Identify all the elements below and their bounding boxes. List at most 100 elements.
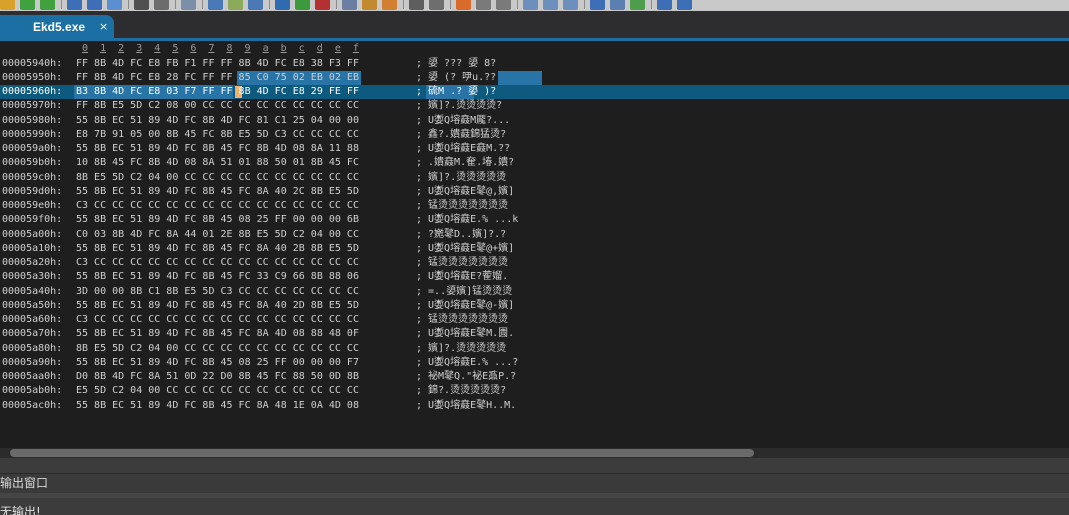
hex-row[interactable]: 00005a00h: C0 03 8B 4D FC 8A 44 01 2E 8B … xyxy=(0,228,1069,242)
users-icon[interactable] xyxy=(342,0,357,10)
print-icon[interactable] xyxy=(134,0,149,10)
window-cascade-icon[interactable] xyxy=(563,0,578,10)
row-bytes[interactable]: 55 8B EC 51 89 4D FC 8B 4D FC 81 C1 25 0… xyxy=(76,114,359,128)
hex-row[interactable]: 00005a20h: C3 CC CC CC CC CC CC CC CC CC … xyxy=(0,256,1069,270)
row-bytes[interactable]: 8B E5 5D C2 04 00 CC CC CC CC CC CC CC C… xyxy=(76,342,359,356)
row-bytes[interactable]: 55 8B EC 51 89 4D FC 8B 45 08 25 FF 00 0… xyxy=(76,356,359,370)
print-preview-icon[interactable] xyxy=(154,0,169,10)
row-bytes[interactable]: C3 CC CC CC CC CC CC CC CC CC CC CC CC C… xyxy=(76,199,359,213)
grid-icon[interactable] xyxy=(409,0,424,10)
circle-s-icon[interactable] xyxy=(315,0,330,10)
row-ascii[interactable]: ; U嬱Q塎鼖M龎?... xyxy=(416,114,510,128)
row-ascii[interactable]: ; 鑫?.嬇鼖錦猛烫? xyxy=(416,128,506,142)
row-ascii[interactable]: ; U嬱Q塎鼖E鼕M.圚. xyxy=(416,327,514,341)
edit-icon[interactable] xyxy=(382,0,397,10)
hex-row[interactable]: 000059b0h: 10 8B 45 FC 8B 4D 08 8A 51 01 … xyxy=(0,156,1069,170)
row-ascii[interactable]: ; U嬱Q塎鼖E鼖M.?? xyxy=(416,142,510,156)
row-ascii[interactable]: ; =..嬃嬪]锰烫烫烫 xyxy=(416,285,512,299)
row-ascii[interactable]: ; 袐M鼕Q."袐E鼒P.? xyxy=(416,370,516,384)
hex-row[interactable]: 00005ab0h: E5 5D C2 04 00 CC CC CC CC CC … xyxy=(0,384,1069,398)
row-bytes[interactable]: 55 8B EC 51 89 4D FC 8B 45 FC 8A 4D 08 8… xyxy=(76,327,359,341)
close-icon[interactable]: × xyxy=(99,20,108,33)
row-bytes[interactable]: FF 8B 4D FC E8 28 FC FF FF 85 C0 75 02 E… xyxy=(76,71,359,85)
save-icon[interactable] xyxy=(67,0,82,10)
row-bytes[interactable]: FF 8B E5 5D C2 08 00 CC CC CC CC CC CC C… xyxy=(76,99,359,113)
row-ascii[interactable]: ; 嬃 (? 吚u.?? xyxy=(416,71,496,85)
text-view-icon[interactable] xyxy=(248,0,263,10)
table-icon[interactable] xyxy=(228,0,243,10)
row-bytes[interactable]: E5 5D C2 04 00 CC CC CC CC CC CC CC CC C… xyxy=(76,384,359,398)
window-icon[interactable] xyxy=(523,0,538,10)
circle-plus-icon[interactable] xyxy=(295,0,310,10)
hex-editor[interactable]: 0123456789abcdef 00005940h: FF 8B 4D FC E… xyxy=(0,41,1069,448)
row-bytes[interactable]: E8 7B 91 05 00 8B 45 FC 8B E5 5D C3 CC C… xyxy=(76,128,359,142)
hex-row[interactable]: 000059c0h: 8B E5 5D C2 04 00 CC CC CC CC … xyxy=(0,171,1069,185)
columns-icon[interactable] xyxy=(476,0,491,10)
hex-row[interactable]: 00005a90h: 55 8B EC 51 89 4D FC 8B 45 08 … xyxy=(0,356,1069,370)
bookmark-icon[interactable] xyxy=(362,0,377,10)
hex-row[interactable]: 00005a50h: 55 8B EC 51 89 4D FC 8B 45 FC … xyxy=(0,299,1069,313)
layout-icon[interactable] xyxy=(429,0,444,10)
row-ascii[interactable]: ; 锰烫烫烫烫烫烫烫 xyxy=(416,256,508,270)
hex-row[interactable]: 00005a30h: 55 8B EC 51 89 4D FC 8B 45 FC … xyxy=(0,270,1069,284)
row-ascii[interactable]: ; 嬪]?.烫烫烫烫烫 xyxy=(416,342,506,356)
back-arrow-icon[interactable] xyxy=(20,0,35,10)
hex-row[interactable]: 00005a70h: 55 8B EC 51 89 4D FC 8B 45 FC … xyxy=(0,327,1069,341)
hex-row[interactable]: 000059a0h: 55 8B EC 51 89 4D FC 8B 45 FC … xyxy=(0,142,1069,156)
hex-row[interactable]: 00005970h: FF 8B E5 5D C2 08 00 CC CC CC … xyxy=(0,99,1069,113)
row-ascii[interactable]: ; U嬱Q塎鼖E鼕H..M. xyxy=(416,399,516,413)
open-icon[interactable] xyxy=(0,0,15,10)
forward-arrow-icon[interactable] xyxy=(40,0,55,10)
cut-icon[interactable] xyxy=(181,0,196,10)
hex-row[interactable]: 00005980h: 55 8B EC 51 89 4D FC 8B 4D FC … xyxy=(0,114,1069,128)
hex-row[interactable]: 00005ac0h: 55 8B EC 51 89 4D FC 8B 45 FC … xyxy=(0,399,1069,413)
hex-row[interactable]: 000059f0h: 55 8B EC 51 89 4D FC 8B 45 08 … xyxy=(0,213,1069,227)
row-bytes[interactable]: 55 8B EC 51 89 4D FC 8B 45 FC 33 C9 66 8… xyxy=(76,270,359,284)
horizontal-scrollbar[interactable] xyxy=(0,448,1069,458)
settings-icon[interactable] xyxy=(590,0,605,10)
row-ascii[interactable]: ; 硫M .? 嬃 )? xyxy=(416,85,496,99)
row-ascii[interactable]: ; U嬱Q塎鼖E鼕@-嬪] xyxy=(416,299,514,313)
row-ascii[interactable]: ; U嬱Q塎鼖E.% ...k xyxy=(416,213,518,227)
hex-row[interactable]: 00005950h: FF 8B 4D FC E8 28 FC FF FF 85 … xyxy=(0,70,1069,86)
hex-row[interactable]: 00005940h: FF 8B 4D FC E8 FB F1 FF FF 8B … xyxy=(0,57,1069,71)
row-ascii[interactable]: ; U嬱Q塎鼖E鼕@,嬪] xyxy=(416,185,514,199)
hex-view-icon[interactable] xyxy=(208,0,223,10)
row-ascii[interactable]: ; U嬱Q塎鼖E?蒮媹. xyxy=(416,270,508,284)
row-bytes[interactable]: FF 8B 4D FC E8 FB F1 FF FF 8B 4D FC E8 3… xyxy=(76,57,359,71)
circle-c-icon[interactable] xyxy=(275,0,290,10)
hex-row[interactable]: 00005a60h: C3 CC CC CC CC CC CC CC CC CC … xyxy=(0,313,1069,327)
row-bytes[interactable]: D0 8B 4D FC 8A 51 0D 22 D0 8B 45 FC 88 5… xyxy=(76,370,359,384)
row-bytes[interactable]: 55 8B EC 51 89 4D FC 8B 45 FC 8A 40 2B 8… xyxy=(76,242,359,256)
hex-row[interactable]: 00005990h: E8 7B 91 05 00 8B 45 FC 8B E5 … xyxy=(0,128,1069,142)
hex-row[interactable]: 00005a10h: 55 8B EC 51 89 4D FC 8B 45 FC … xyxy=(0,242,1069,256)
row-bytes[interactable]: 10 8B 45 FC 8B 4D 08 8A 51 01 88 50 01 8… xyxy=(76,156,359,170)
hex-row[interactable]: 000059e0h: C3 CC CC CC CC CC CC CC CC CC … xyxy=(0,199,1069,213)
window-split-icon[interactable] xyxy=(543,0,558,10)
row-ascii[interactable]: ; U嬱Q塎鼖E.% ...? xyxy=(416,356,518,370)
row-bytes[interactable]: C0 03 8B 4D FC 8A 44 01 2E 8B E5 5D C2 0… xyxy=(76,228,359,242)
row-bytes[interactable]: 55 8B EC 51 89 4D FC 8B 45 08 25 FF 00 0… xyxy=(76,213,359,227)
row-bytes[interactable]: C3 CC CC CC CC CC CC CC CC CC CC CC CC C… xyxy=(76,256,359,270)
row-bytes[interactable]: 8B E5 5D C2 04 00 CC CC CC CC CC CC CC C… xyxy=(76,171,359,185)
row-ascii[interactable]: ; 锰烫烫烫烫烫烫烫 xyxy=(416,199,508,213)
row-bytes[interactable]: 55 8B EC 51 89 4D FC 8B 45 FC 8A 40 2D 8… xyxy=(76,299,359,313)
rows-icon[interactable] xyxy=(496,0,511,10)
row-bytes[interactable]: B3 8B 4D FC E8 03 F7 FF FF 8B 4D FC E8 2… xyxy=(76,85,359,99)
row-ascii[interactable]: ; ?嬎鼕D..嬪]?.? xyxy=(416,228,506,242)
row-ascii[interactable]: ; 锰烫烫烫烫烫烫烫 xyxy=(416,313,508,327)
hex-row[interactable]: 00005960h: B3 8B 4D FC E8 03 F7 FF FF 8B … xyxy=(0,85,1069,100)
row-bytes[interactable]: 3D 00 00 8B C1 8B E5 5D C3 CC CC CC CC C… xyxy=(76,285,359,299)
row-ascii[interactable]: ; 嬪]?.烫烫烫烫? xyxy=(416,99,502,113)
hex-row[interactable]: 000059d0h: 55 8B EC 51 89 4D FC 8B 45 FC … xyxy=(0,185,1069,199)
row-ascii[interactable]: ; .嬇鼖M.奞.堾.嬇? xyxy=(416,156,514,170)
row-bytes[interactable]: 55 8B EC 51 89 4D FC 8B 45 FC 8A 48 1E 0… xyxy=(76,399,359,413)
scrollbar-thumb[interactable] xyxy=(10,449,754,457)
save-all-icon[interactable] xyxy=(87,0,102,10)
refresh-icon[interactable] xyxy=(630,0,645,10)
copy-icon[interactable] xyxy=(107,0,122,10)
panel-icon[interactable] xyxy=(657,0,672,10)
row-bytes[interactable]: C3 CC CC CC CC CC CC CC CC CC CC CC CC C… xyxy=(76,313,359,327)
hex-row[interactable]: 00005a80h: 8B E5 5D C2 04 00 CC CC CC CC … xyxy=(0,342,1069,356)
camera-icon[interactable] xyxy=(610,0,625,10)
